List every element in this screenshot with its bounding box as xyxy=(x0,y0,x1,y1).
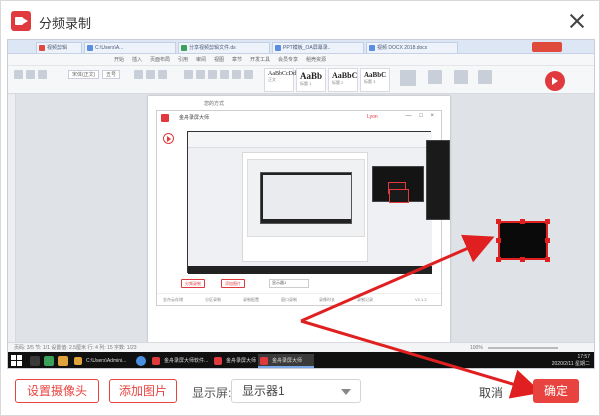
word-ribbon: 开始 插入 页面布局 引用 审阅 视图 章节 开发工具 会员专享 稻壳资源 宋体… xyxy=(8,54,594,94)
nested-document-2 xyxy=(263,175,351,219)
status-text: 页码: 3/5 节: 1/1 设置值: 2.5厘米 行: 4 列: 15 字数:… xyxy=(14,345,137,351)
nested-page xyxy=(242,152,368,262)
bold-icon xyxy=(134,70,143,79)
font-size-box: 五号 xyxy=(102,70,121,79)
style-heading-3: AaBbC 标题 3 xyxy=(360,68,390,92)
taskbar-item-active: 金舟录屏大师 xyxy=(258,354,314,368)
footer-item: 录像时长 xyxy=(319,297,335,302)
align-center-icon xyxy=(196,70,205,79)
recorder-user: Lyon xyxy=(367,114,378,120)
ribbon-menu-item: 插入 xyxy=(132,57,143,63)
footer-item: 金舟云存储 xyxy=(163,297,183,302)
taskbar-search-icon xyxy=(30,356,40,366)
document-page: 您的方式 金舟录屏大师 Lyon — □ × 分频录制 添加图片 显示器1 金舟… xyxy=(148,96,450,354)
line-spacing-icon xyxy=(232,70,241,79)
nested-taskbar xyxy=(188,266,432,274)
ribbon-menu: 开始 插入 页面布局 引用 审阅 视图 章节 开发工具 会员专享 稻壳资源 xyxy=(8,54,594,66)
list-icon xyxy=(208,70,217,79)
windows-start-icon xyxy=(11,355,23,367)
cut-icon xyxy=(26,70,35,79)
ribbon-menu-item: 章节 xyxy=(232,57,243,63)
taskbar-clock: 17:57 2020/2/11 星期二 xyxy=(551,354,590,367)
browser-tab: 分享视频剪辑文件.ds xyxy=(178,42,270,53)
highlight-selection-box xyxy=(496,219,550,262)
display-select-value: 显示器1 xyxy=(242,384,285,398)
ribbon-menu-item: 开发工具 xyxy=(250,57,271,63)
nested-screen-2 xyxy=(260,172,352,224)
dialog-title: 分频录制 xyxy=(39,16,92,31)
recorder-footer: 金舟云存储 分区录制 录制配置 窗口录制 录像时长 录制记录 V2.1.2 xyxy=(157,293,441,305)
taskbar-app-icon xyxy=(58,356,68,366)
recorder-display-select: 显示器1 xyxy=(269,279,309,288)
recorder-title: 金舟录屏大师 xyxy=(179,115,210,121)
paste-icon xyxy=(14,70,23,79)
document-status-bar: 页码: 3/5 节: 1/1 设置值: 2.5厘米 行: 4 列: 15 字数:… xyxy=(8,342,594,352)
underline-icon xyxy=(158,70,167,79)
style-set-icon xyxy=(400,70,416,86)
set-camera-button[interactable]: 设置摄像头 xyxy=(15,379,99,403)
italic-icon xyxy=(146,70,155,79)
footer-item: 分区录制 xyxy=(205,297,221,302)
style-heading-1: AaBb 标题 1 xyxy=(296,68,326,92)
nested-recorder xyxy=(247,159,365,237)
recorder-version: V2.1.2 xyxy=(415,297,427,302)
recorder-split-button: 分频录制 xyxy=(181,279,205,288)
ok-button[interactable]: 确定 xyxy=(533,379,579,403)
display-select[interactable]: 显示器1 xyxy=(231,379,361,403)
ribbon-menu-item: 审阅 xyxy=(196,57,207,63)
windows-taskbar: C:\Users\Admini... 金舟录屏大师软件... 金舟录屏大师软件 … xyxy=(8,352,594,368)
style-heading-2: AaBbC 标题 2 xyxy=(328,68,358,92)
display-label: 显示屏: xyxy=(192,386,232,400)
vertical-ruler xyxy=(8,94,16,354)
video-camera-icon xyxy=(11,11,31,31)
ribbon-menu-item: 开始 xyxy=(114,57,125,63)
small-selection-box xyxy=(389,189,409,203)
window-controls: — □ × xyxy=(405,113,437,119)
footer-item: 录制配置 xyxy=(243,297,259,302)
copy-icon xyxy=(38,70,47,79)
browser-tab: C:\Users\A... xyxy=(84,42,176,53)
ribbon-menu-item: 稻壳资源 xyxy=(306,57,327,63)
font-name-box: 宋体(正文) xyxy=(68,70,100,79)
taskbar-item: 金舟录屏大师软件... xyxy=(150,354,210,368)
add-image-button[interactable]: 添加图片 xyxy=(109,379,177,403)
footer-item: 窗口录制 xyxy=(281,297,297,302)
cancel-button[interactable]: 取消 xyxy=(479,384,503,401)
select-icon xyxy=(478,70,492,84)
chrome-icon xyxy=(136,356,146,366)
ribbon-menu-item: 会员专享 xyxy=(278,57,299,63)
browser-tab-strip: 视频剪辑 C:\Users\A... 分享视频剪辑文件.ds PPT模板_OA屏… xyxy=(8,40,594,54)
align-left-icon xyxy=(184,70,193,79)
border-icon xyxy=(244,70,253,79)
ribbon-menu-item: 引用 xyxy=(178,57,189,63)
chevron-down-icon xyxy=(341,389,351,395)
record-overlay-icon xyxy=(545,71,565,91)
taskbar-app-icon xyxy=(44,356,54,366)
close-icon[interactable] xyxy=(569,13,585,29)
recorder-logo-icon xyxy=(161,114,169,122)
ribbon-menu-item: 视图 xyxy=(214,57,225,63)
ribbon-menu-item: 页面布局 xyxy=(150,57,171,63)
taskbar-item: 金舟录屏大师软件 xyxy=(212,354,256,368)
zoom-slider xyxy=(488,347,558,349)
indent-icon xyxy=(220,70,229,79)
screen-preview: 视频剪辑 C:\Users\A... 分享视频剪辑文件.ds PPT模板_OA屏… xyxy=(7,39,595,369)
browser-tab: 视频 DOCX 2018.docx xyxy=(366,42,458,53)
document-text: 您的方式 xyxy=(204,101,225,107)
nested-ribbon xyxy=(188,132,432,148)
footer-item: 录制记录 xyxy=(357,297,373,302)
dialog-titlebar: 分频录制 xyxy=(1,1,600,39)
recorder-add-image-button: 添加图片 xyxy=(221,279,245,288)
right-dark-panel xyxy=(426,140,450,220)
browser-tab: 视频剪辑 xyxy=(36,42,82,53)
user-badge xyxy=(532,42,562,52)
recorder-window-capture: 金舟录屏大师 Lyon — □ × 分频录制 添加图片 显示器1 金舟云存储 分… xyxy=(156,110,442,306)
text-tool-icon xyxy=(428,70,442,84)
style-normal: AaBbCcDd 正文 xyxy=(264,68,296,92)
find-replace-icon xyxy=(454,70,468,84)
taskbar-item: C:\Users\Admini... xyxy=(72,354,132,368)
split-screen-record-dialog: 分频录制 视频剪辑 C:\Users\A... 分享视频剪辑文件.ds PPT模… xyxy=(0,0,600,416)
browser-tab: PPT模板_OA屏幕录.. xyxy=(272,42,364,53)
play-icon xyxy=(163,133,174,144)
